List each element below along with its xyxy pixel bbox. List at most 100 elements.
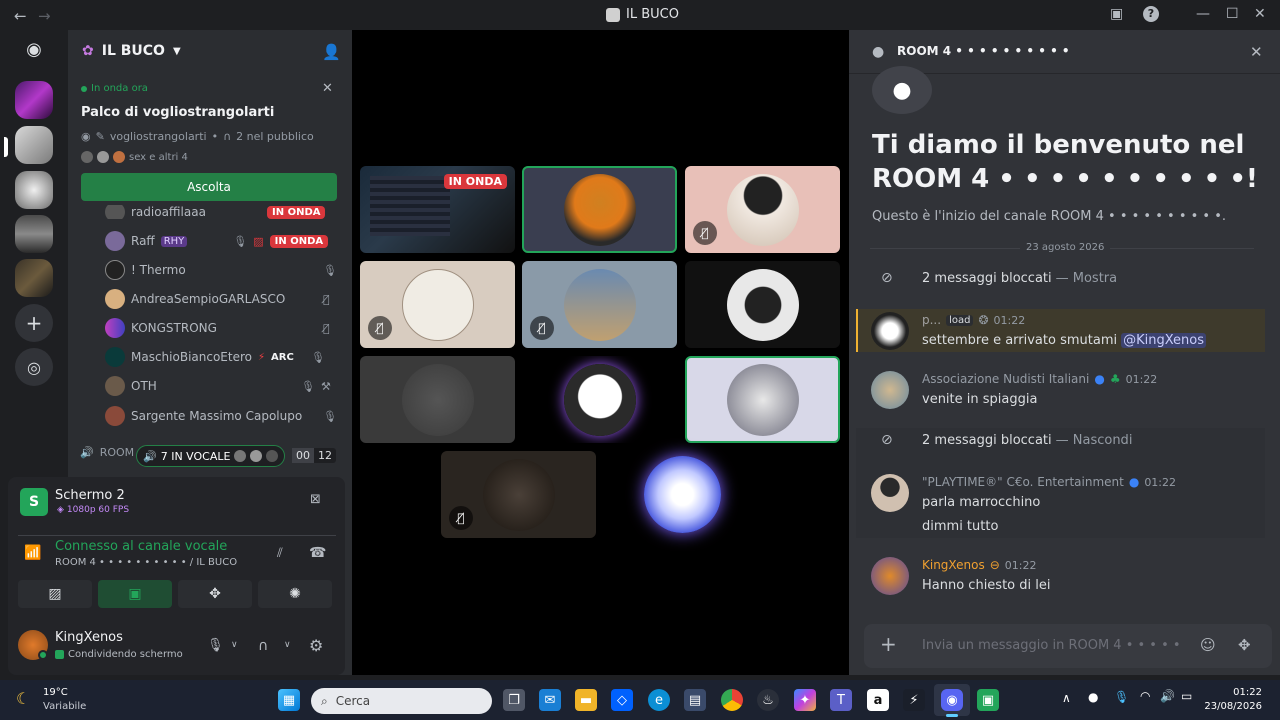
avatar[interactable] xyxy=(871,474,909,512)
battery-icon[interactable]: ▭ xyxy=(1181,689,1192,703)
video-tile-stream[interactable]: IN ONDA xyxy=(360,166,515,253)
room-channel-row[interactable]: 🔊 ROOM xyxy=(80,446,134,459)
voice-connected-label[interactable]: Connesso al canale vocale xyxy=(55,539,227,554)
stop-stream-icon[interactable]: ⊠ xyxy=(310,492,321,507)
voice-user-row[interactable]: AndreaSempioGARLASCO 🎙̸ xyxy=(105,289,330,309)
headphones-icon[interactable]: ∩ xyxy=(258,638,268,654)
file-explorer-icon[interactable]: ▬ xyxy=(575,689,597,711)
mention[interactable]: @KingXenos xyxy=(1121,333,1207,348)
apps-icon[interactable]: ✥ xyxy=(1238,636,1251,654)
amazon-icon[interactable]: a xyxy=(867,689,889,711)
start-icon[interactable]: ▦ xyxy=(278,689,300,711)
explore-icon[interactable]: ◎ xyxy=(15,348,53,386)
microphone-icon[interactable]: 🎙 xyxy=(207,638,224,653)
minimize-icon[interactable]: — xyxy=(1196,6,1210,22)
voice-user-row[interactable]: MaschioBiancoEtero ⚡ ARC 🎙 xyxy=(105,347,325,367)
discord-home-icon[interactable]: ◉ xyxy=(14,32,54,66)
orb-avatar[interactable] xyxy=(644,456,721,533)
author[interactable]: KingXenos xyxy=(922,558,985,572)
stage-title: Palco di vogliostrangolarti xyxy=(81,105,275,120)
author[interactable]: Associazione Nudisti Italiani xyxy=(922,372,1089,386)
help-icon[interactable]: ? xyxy=(1143,6,1159,22)
server-icon-il-buco[interactable] xyxy=(15,126,53,164)
weather-icon[interactable]: ☾ xyxy=(16,689,30,708)
avatar[interactable] xyxy=(871,557,909,595)
store-icon[interactable]: ▤ xyxy=(684,689,706,711)
task-view-icon[interactable]: ❐ xyxy=(503,689,525,711)
app-icon[interactable]: ▣ xyxy=(977,689,999,711)
voice-user-row[interactable]: Raff RHY 🎙 ▨ IN ONDA xyxy=(105,231,329,251)
video-tile-speaking[interactable] xyxy=(685,356,840,443)
add-server-icon[interactable]: + xyxy=(15,304,53,342)
video-tile-speaking[interactable] xyxy=(522,166,677,253)
chevron-down-icon[interactable]: ∨ xyxy=(231,640,238,650)
steam-icon[interactable]: ♨ xyxy=(757,689,779,711)
add-attachment-icon[interactable]: + xyxy=(880,632,897,656)
tray-app-icon[interactable]: ● xyxy=(1088,690,1098,704)
edge-icon[interactable]: e xyxy=(648,689,670,711)
avatar[interactable] xyxy=(871,371,909,409)
voice-user-row[interactable]: OTH 🎙 ⚒ xyxy=(105,376,331,396)
welcome-heading: Ti diamo il benvenuto nel ROOM 4 • • • •… xyxy=(872,130,1258,194)
wifi-icon[interactable]: ◠ xyxy=(1140,689,1150,703)
server-icon-3[interactable] xyxy=(15,171,53,209)
noise-suppression-icon[interactable]: ⫽ xyxy=(277,546,283,561)
avatar[interactable] xyxy=(871,312,909,350)
close-window-icon[interactable]: ✕ xyxy=(1254,6,1266,22)
video-tile[interactable] xyxy=(360,356,515,443)
listen-button[interactable]: Ascolta xyxy=(81,173,337,201)
taskbar-search[interactable]: ⌕ Cerca xyxy=(311,688,492,714)
chevron-up-icon[interactable]: ∧ xyxy=(1062,691,1071,705)
voice-user-row[interactable]: Sargente Massimo Capolupo 🎙 xyxy=(105,406,337,426)
teams-icon[interactable]: T xyxy=(830,689,852,711)
author[interactable]: "PLAYTIME®" C€o. Entertainment xyxy=(922,475,1124,489)
chevron-down-icon[interactable]: ∨ xyxy=(284,640,291,650)
close-chat-icon[interactable]: ✕ xyxy=(1250,43,1263,61)
chrome-icon[interactable] xyxy=(721,689,743,711)
server-icon-5[interactable] xyxy=(15,259,53,297)
voice-channel-path[interactable]: ROOM 4 • • • • • • • • • • / IL BUCO xyxy=(55,557,237,568)
inbox-icon[interactable]: ▣ xyxy=(1110,6,1123,22)
show-blocked-link[interactable]: — Mostra xyxy=(1056,271,1117,286)
dropbox-icon[interactable]: ◇ xyxy=(611,689,633,711)
add-member-icon[interactable]: 👤 xyxy=(322,43,341,61)
app-icon[interactable]: ⚡ xyxy=(903,689,925,711)
voice-user-row[interactable]: ! Thermo 🎙 xyxy=(105,260,337,280)
tray-mic-icon[interactable]: 🎙 xyxy=(1114,690,1129,704)
screen-share-button[interactable]: ▣ xyxy=(98,580,172,608)
hide-blocked-link[interactable]: — Nascondi xyxy=(1056,433,1133,448)
settings-gear-icon[interactable]: ⚙ xyxy=(309,636,323,655)
outlook-icon[interactable]: ✉ xyxy=(539,689,561,711)
message-input[interactable]: Invia un messaggio in ROOM 4 • • • • • •… xyxy=(922,638,1182,653)
author[interactable]: p... xyxy=(922,313,941,327)
activities-button[interactable]: ✥ xyxy=(178,580,252,608)
video-tile[interactable] xyxy=(685,261,840,348)
video-tile[interactable]: 🎙̸ xyxy=(441,451,596,538)
copilot-icon[interactable]: ✦ xyxy=(794,689,816,711)
maximize-icon[interactable]: ☐ xyxy=(1226,6,1239,22)
voice-user-row[interactable]: KONGSTRONG 🎙̸ xyxy=(105,318,330,338)
in-voice-pill[interactable]: 🔊 7 IN VOCALE xyxy=(136,445,286,467)
discord-taskbar-icon[interactable]: ◉ xyxy=(941,689,963,711)
server-icon-4[interactable] xyxy=(15,215,53,253)
video-tile[interactable]: 🎙̸ xyxy=(522,261,677,348)
emoji-icon[interactable]: ☺ xyxy=(1200,636,1216,654)
video-tile[interactable]: 🎙̸ xyxy=(360,261,515,348)
close-icon[interactable]: ✕ xyxy=(322,81,333,96)
voice-user-row[interactable]: radioaffilaaa IN ONDA xyxy=(105,205,326,219)
disconnect-icon[interactable]: ☎ xyxy=(309,545,326,561)
back-arrow-icon[interactable]: ← xyxy=(14,7,27,25)
weather-temp[interactable]: 19°C xyxy=(43,687,68,698)
server-header[interactable]: ✿ IL BUCO ▼ xyxy=(82,43,181,59)
video-tile[interactable]: 🎙̸ xyxy=(685,166,840,253)
username[interactable]: KingXenos xyxy=(55,630,123,645)
volume-icon[interactable]: 🔊 xyxy=(1160,689,1175,703)
soundboard-button[interactable]: ✺ xyxy=(258,580,332,608)
video-tile[interactable] xyxy=(522,356,677,443)
clock-time[interactable]: 01:22 xyxy=(1212,687,1262,698)
clock-date[interactable]: 23/08/2026 xyxy=(1204,701,1262,712)
camera-toggle-button[interactable]: ▨ xyxy=(18,580,92,608)
server-icon-1[interactable] xyxy=(15,81,53,119)
forward-arrow-icon[interactable]: → xyxy=(38,7,51,25)
weather-desc[interactable]: Variabile xyxy=(43,701,86,712)
